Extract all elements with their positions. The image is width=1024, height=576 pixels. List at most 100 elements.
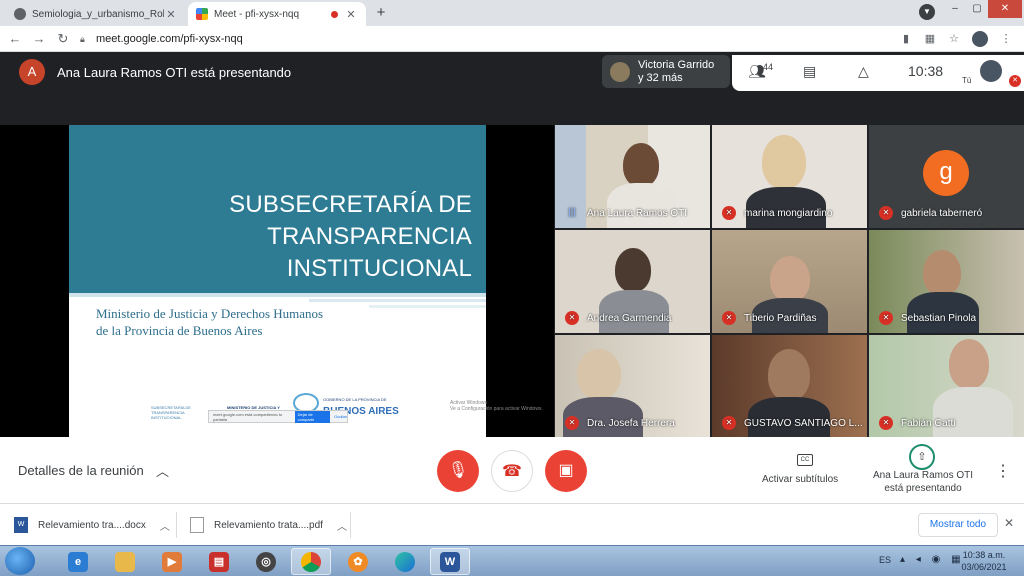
captions-label[interactable]: Activar subtítulos	[762, 474, 838, 485]
mic-off-icon: ✕	[722, 206, 736, 220]
reload-button[interactable]: ↻	[54, 30, 72, 48]
settings-gear-icon[interactable]: ✿	[338, 548, 378, 575]
download-item-docx[interactable]: W Relevamiento tra....docx ︿	[14, 512, 170, 538]
participant-name: Tiberio Pardiñas	[744, 312, 817, 324]
chevron-up-icon[interactable]: ︿	[337, 518, 347, 533]
more-options-icon[interactable]: ⋮	[995, 461, 1011, 481]
start-button[interactable]	[5, 547, 35, 575]
presenting-line1: Ana Laura Ramos OTI	[872, 470, 974, 481]
pdf-file-icon	[190, 517, 204, 533]
chrome-icon[interactable]	[291, 548, 331, 575]
mic-off-icon: ✕	[565, 416, 579, 430]
participant-tile[interactable]: ✕ Andrea Garmendia	[555, 230, 710, 333]
screen: Semiologia_y_urbanismo_Roland ✕ Meet - p…	[0, 0, 1024, 576]
browser-toolbar: ← → ↻ 🔒︎ meet.google.com/pfi-xysx-nqq ▮ …	[0, 26, 1024, 52]
tray-date: 03/06/2021	[961, 562, 1007, 572]
participant-tile[interactable]: ✕ Sebastian Pinola	[869, 230, 1024, 333]
minimize-button[interactable]: –	[944, 0, 966, 18]
participant-tile[interactable]: ✕ GUSTAVO SANTIAGO L...	[712, 335, 867, 438]
edge-icon[interactable]	[385, 548, 425, 575]
mic-toggle-button[interactable]: 🎙︎	[437, 450, 479, 492]
new-tab-button[interactable]: +	[371, 3, 391, 23]
participant-preview-text: Victoria Garrido y 32 más	[638, 59, 714, 85]
qr-code-icon[interactable]: ▦	[922, 31, 938, 47]
participant-name: marina mongiardino	[744, 207, 833, 219]
participant-tile[interactable]: g ✕ gabriela taberneró	[869, 125, 1024, 228]
tray-clock[interactable]: 10:38 a.m. 03/06/2021	[958, 549, 1010, 573]
slide-decor-band	[369, 305, 486, 308]
windows-taskbar: e ▶ ▤ ◎ ✿ W ES ▴ ◂ ◉ ▦ 10:38 a.m. 03/06/…	[0, 545, 1024, 576]
system-tray-icons[interactable]: ▴ ◂ ◉ ▦	[900, 554, 965, 565]
back-button[interactable]: ←	[6, 30, 24, 48]
present-now-icon[interactable]: ⇧	[909, 444, 935, 470]
browser-tab-strip: Semiologia_y_urbanismo_Roland ✕ Meet - p…	[0, 0, 1024, 26]
chevron-up-icon[interactable]: ︿	[160, 518, 170, 533]
show-all-downloads-button[interactable]: Mostrar todo	[918, 513, 998, 537]
meeting-details-button[interactable]: Detalles de la reunión	[18, 463, 144, 478]
globe-icon	[14, 8, 26, 20]
presenting-label[interactable]: Ana Laura Ramos OTI está presentando	[864, 469, 982, 495]
divider	[176, 512, 177, 538]
participant-tile[interactable]: ✕ Tiberio Pardiñas	[712, 230, 867, 333]
forward-button[interactable]: →	[30, 30, 48, 48]
meet-favicon-icon	[196, 8, 208, 20]
slide-title: SUBSECRETARÍA DE TRANSPARENCIA INSTITUCI…	[92, 189, 472, 285]
profile-avatar[interactable]	[972, 31, 988, 47]
participant-tile[interactable]: ✕ marina mongiardino	[712, 125, 867, 228]
close-tab-icon[interactable]: ✕	[164, 8, 178, 21]
chrome-media-icon[interactable]: ▼	[919, 4, 935, 20]
mic-off-icon: ✕	[879, 311, 893, 325]
hide-share-notice-button[interactable]: Ocultar	[334, 414, 347, 419]
ie-icon[interactable]: e	[58, 548, 98, 575]
chat-icon[interactable]: ▤	[803, 62, 816, 80]
steering-wheel-icon[interactable]: ◎	[246, 548, 286, 575]
close-shelf-icon[interactable]: ✕	[1004, 516, 1014, 530]
maximize-button[interactable]: ▢	[966, 0, 988, 18]
slide-decor-band	[69, 293, 486, 297]
participant-name: Fabián Gatti	[901, 417, 956, 429]
word-icon[interactable]: W	[430, 548, 470, 575]
stop-sharing-button[interactable]: Dejar de compartir	[294, 410, 331, 423]
file-explorer-icon[interactable]	[105, 548, 145, 575]
red-app-icon[interactable]: ▤	[199, 548, 239, 575]
address-bar[interactable]: 🔒︎ meet.google.com/pfi-xysx-nqq	[80, 29, 980, 49]
chevron-up-icon[interactable]: ︿	[156, 461, 169, 480]
slide-logo-subsecretaria: SUBSECRETARÍA DE TRANSPARENCIA INSTITUCI…	[151, 405, 191, 420]
participant-tile[interactable]: ✕ Dra. Josefa Herrera	[555, 335, 710, 438]
close-tab-icon[interactable]: ✕	[344, 8, 358, 21]
hang-up-icon: ☎︎	[502, 463, 522, 480]
bookmark-star-icon[interactable]: ☆	[946, 31, 962, 47]
slide-subtitle: Ministerio de Justicia y Derechos Humano…	[96, 306, 324, 338]
tab-semiologia[interactable]: Semiologia_y_urbanismo_Roland ✕	[6, 2, 186, 26]
menu-kebab-icon[interactable]: ⋮	[998, 31, 1014, 47]
mic-off-icon: ✕	[879, 206, 893, 220]
participant-name: Dra. Josefa Herrera	[587, 417, 675, 429]
presentation-area: SUBSECRETARÍA DE TRANSPARENCIA INSTITUCI…	[0, 125, 554, 437]
participant-tile[interactable]: ||| Ana Laura Ramos OTI	[555, 125, 710, 228]
windows-activation-watermark: Activar Windows Ve a Configuración para …	[450, 400, 543, 412]
tab-meet[interactable]: Meet - pfi-xysx-nqq ✕	[188, 2, 366, 26]
tray-time: 10:38 a.m.	[962, 550, 1006, 560]
camera-toggle-button[interactable]: ▣	[545, 450, 587, 492]
participant-preview-chip[interactable]: Victoria Garrido y 32 más	[602, 55, 730, 88]
close-window-button[interactable]: ✕	[988, 0, 1022, 18]
leave-call-button[interactable]: ☎︎	[491, 450, 533, 492]
screen-share-notice: meet.google.com está compartiendo tu pan…	[208, 410, 348, 423]
media-player-icon[interactable]: ▶	[152, 548, 192, 575]
url-text: meet.google.com/pfi-xysx-nqq	[96, 33, 243, 45]
activities-icon[interactable]: △	[858, 62, 869, 80]
divider	[350, 512, 351, 538]
language-indicator[interactable]: ES	[879, 555, 891, 565]
download-filename: Relevamiento tra....docx	[38, 519, 146, 531]
download-item-pdf[interactable]: Relevamiento trata....pdf ︿	[190, 512, 347, 538]
self-avatar[interactable]	[980, 60, 1002, 82]
participant-tile[interactable]: ✕ Fabián Gatti	[869, 335, 1024, 438]
camera-in-use-icon[interactable]: ▮	[898, 31, 914, 47]
participant-name: Ana Laura Ramos OTI	[587, 207, 688, 219]
mic-off-icon: ✕	[879, 416, 893, 430]
mic-off-icon: 🎙︎	[447, 462, 469, 479]
captions-icon[interactable]: CC	[797, 454, 813, 466]
screen-share-text: meet.google.com está compartiendo tu pan…	[213, 411, 283, 422]
word-file-icon: W	[14, 517, 28, 533]
presenting-line2: está presentando	[884, 483, 962, 494]
